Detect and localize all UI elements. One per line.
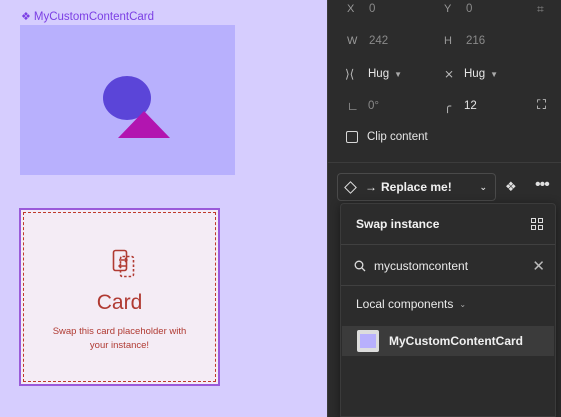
- chevron-down-icon: ⌄: [459, 299, 467, 309]
- placeholder-description: Swap this card placeholder with your ins…: [52, 326, 187, 351]
- swap-instance-popover: Swap instance mycustomcontent ✕ Local co…: [340, 203, 556, 417]
- w-label: W: [347, 35, 358, 47]
- width-mode-value: Hug: [368, 68, 390, 80]
- search-field[interactable]: mycustomcontent ✕: [354, 255, 545, 277]
- component-icon: ❖: [21, 11, 31, 23]
- card-placeholder[interactable]: Card Swap this card placeholder with you…: [19, 208, 220, 386]
- design-canvas[interactable]: ❖ MyCustomContentCard Card Swap this car…: [0, 0, 327, 417]
- popover-title: Swap instance: [356, 217, 440, 231]
- panel-divider: [328, 162, 561, 163]
- component-result-item[interactable]: MyCustomContentCard: [342, 326, 554, 356]
- w-field[interactable]: W 242: [347, 35, 388, 47]
- rotation-value[interactable]: 0°: [368, 100, 379, 112]
- popover-divider: [341, 244, 555, 245]
- placeholder-title: Card: [96, 291, 143, 314]
- component-result-name: MyCustomContentCard: [389, 334, 523, 348]
- chevron-down-icon: ⌄: [479, 181, 487, 192]
- main-component-frame[interactable]: [20, 25, 235, 175]
- h-field[interactable]: H 216: [444, 35, 485, 47]
- search-icon: [354, 260, 366, 272]
- chevron-down-icon: ▼: [394, 69, 403, 79]
- instance-arrow: →: [365, 180, 377, 194]
- corner-radius-field[interactable]: ╭ 12: [444, 99, 477, 113]
- y-label: Y: [444, 3, 452, 15]
- radius-icon: ╭: [444, 99, 452, 113]
- rotation-field[interactable]: ∟ 0°: [347, 99, 379, 113]
- clip-content-row[interactable]: Clip content: [346, 131, 428, 143]
- rotation-icon: ∟: [347, 99, 359, 113]
- component-thumbnail: [357, 330, 379, 352]
- chevron-down-icon: ▼: [490, 69, 499, 79]
- width-mode-select[interactable]: ⟩⟨ Hug ▼: [345, 67, 402, 81]
- component-name-label[interactable]: ❖ MyCustomContentCard: [21, 10, 155, 24]
- component-artwork: [103, 76, 170, 138]
- x-value[interactable]: 0: [369, 3, 375, 15]
- h-value[interactable]: 216: [466, 35, 485, 47]
- constraints-icon[interactable]: ⌗: [537, 2, 544, 17]
- corner-radius-value[interactable]: 12: [464, 100, 477, 112]
- vertical-resize-icon: ⨯: [444, 67, 455, 81]
- y-field[interactable]: Y 0: [444, 3, 472, 15]
- h-label: H: [444, 35, 452, 47]
- height-mode-select[interactable]: ⨯ Hug ▼: [444, 67, 498, 81]
- horizontal-resize-icon: ⟩⟨: [345, 67, 355, 81]
- search-input[interactable]: mycustomcontent: [374, 259, 468, 273]
- x-field[interactable]: X 0: [347, 3, 375, 15]
- w-value[interactable]: 242: [369, 35, 388, 47]
- component-name-text: MyCustomContentCard: [33, 10, 155, 23]
- instance-diamond-icon: [344, 180, 357, 194]
- x-label: X: [347, 3, 355, 15]
- local-components-toggle[interactable]: Local components ⌄: [356, 297, 466, 311]
- instance-select[interactable]: → Replace me! ⌄: [337, 173, 496, 201]
- placeholder-dashed-border: Card Swap this card placeholder with you…: [23, 212, 216, 382]
- clip-content-label: Clip content: [367, 131, 428, 143]
- y-value[interactable]: 0: [466, 3, 472, 15]
- popover-divider: [341, 285, 555, 286]
- swap-icon: [112, 249, 135, 278]
- grid-icon[interactable]: [531, 218, 543, 230]
- instance-name: Replace me!: [381, 180, 452, 194]
- close-icon[interactable]: ✕: [532, 257, 545, 275]
- section-label: Local components: [356, 297, 454, 311]
- component-set-icon[interactable]: ❖: [505, 179, 517, 195]
- more-icon[interactable]: •••: [535, 176, 550, 194]
- height-mode-value: Hug: [464, 68, 486, 80]
- expand-corners-icon[interactable]: ⛶: [537, 97, 546, 113]
- clip-content-checkbox[interactable]: [346, 131, 358, 143]
